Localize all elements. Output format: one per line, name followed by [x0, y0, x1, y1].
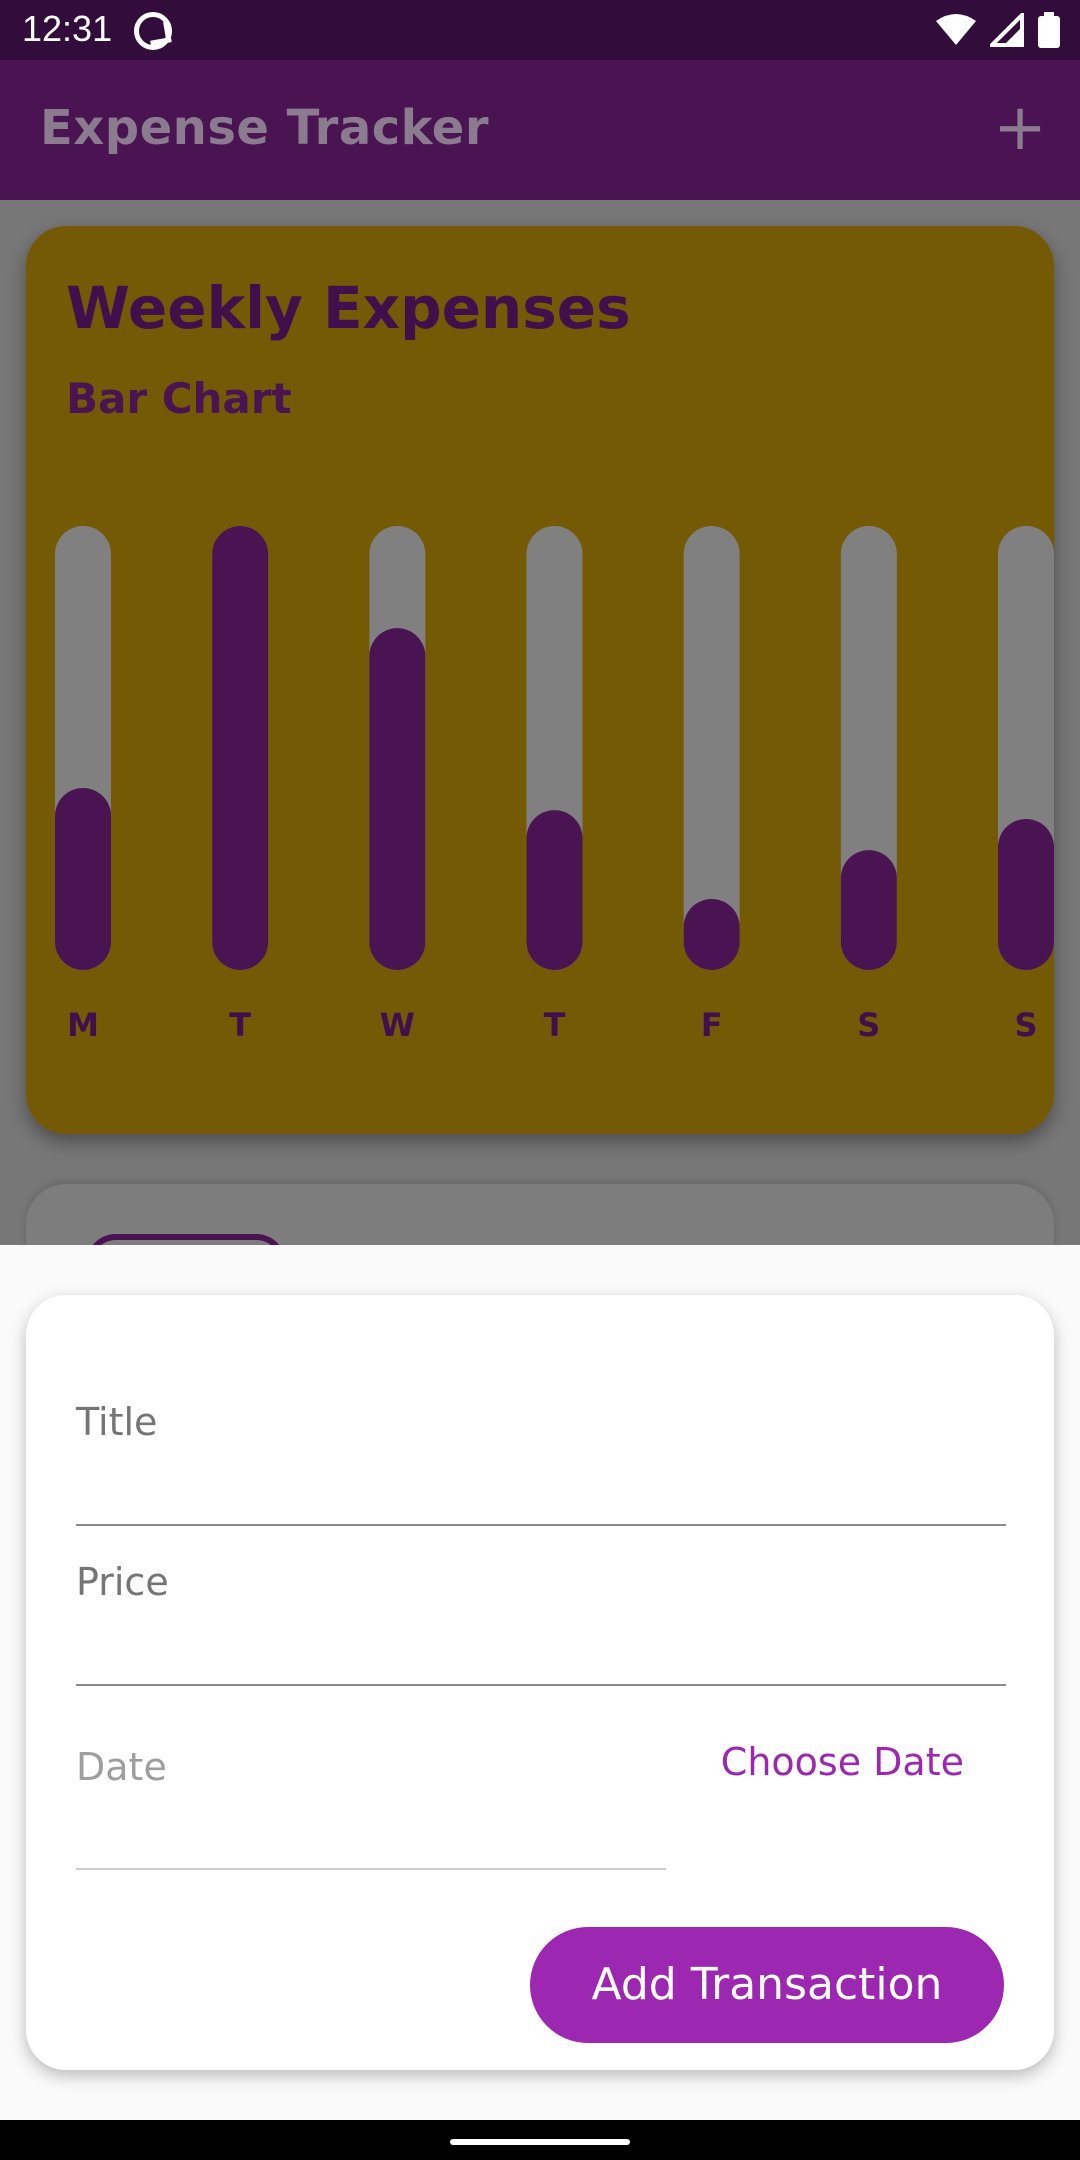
bar: [683, 898, 740, 970]
choose-date-button[interactable]: Choose Date: [721, 1740, 964, 1784]
bar-label: M: [67, 1006, 99, 1044]
bar: [212, 526, 269, 970]
price-placeholder: Price: [76, 1560, 169, 1604]
date-underline: [76, 1868, 666, 1870]
bar: [55, 787, 111, 970]
bar: [998, 819, 1054, 970]
add-transaction-button[interactable]: +: [984, 96, 1056, 168]
bar-label: T: [544, 1006, 566, 1044]
date-placeholder: Date: [76, 1745, 167, 1789]
plus-icon: +: [993, 91, 1047, 165]
price-underline: [76, 1684, 1006, 1686]
app-bar: Expense Tracker +: [0, 60, 1080, 200]
new-transaction-form: Title Price Date Choose Date Add Transac…: [26, 1295, 1054, 2070]
bar-label: W: [380, 1006, 415, 1044]
status-bar: 12:31: [0, 0, 1080, 60]
bar-label: S: [1014, 1006, 1037, 1044]
bar: [526, 810, 583, 970]
price-field[interactable]: Price: [76, 1560, 1006, 1686]
bar-label: T: [229, 1006, 251, 1044]
date-field[interactable]: Date: [76, 1745, 666, 1870]
bar: [369, 628, 426, 970]
bar-chart: MTWTFSS: [55, 526, 1054, 1044]
bar: [840, 850, 897, 970]
bottom-sheet: Title Price Date Choose Date Add Transac…: [0, 1245, 1080, 2120]
status-icons: [936, 10, 1060, 50]
weekly-chart-card: Weekly Expenses Bar Chart MTWTFSS: [26, 226, 1054, 1134]
bar-label: F: [701, 1006, 723, 1044]
battery-icon: [1038, 12, 1060, 48]
navigation-bar: [0, 2120, 1080, 2160]
title-placeholder: Title: [76, 1400, 158, 1444]
title-underline: [76, 1524, 1006, 1526]
title-field[interactable]: Title: [76, 1400, 1006, 1526]
app-notification-icon: [134, 12, 172, 50]
app-title: Expense Tracker: [40, 100, 490, 156]
wifi-icon: [936, 14, 976, 45]
add-transaction-submit-button[interactable]: Add Transaction: [530, 1927, 1004, 2043]
home-gesture-handle[interactable]: [450, 2139, 630, 2145]
status-time: 12:31: [22, 8, 113, 49]
signal-icon: [990, 13, 1024, 47]
bar-label: S: [857, 1006, 880, 1044]
